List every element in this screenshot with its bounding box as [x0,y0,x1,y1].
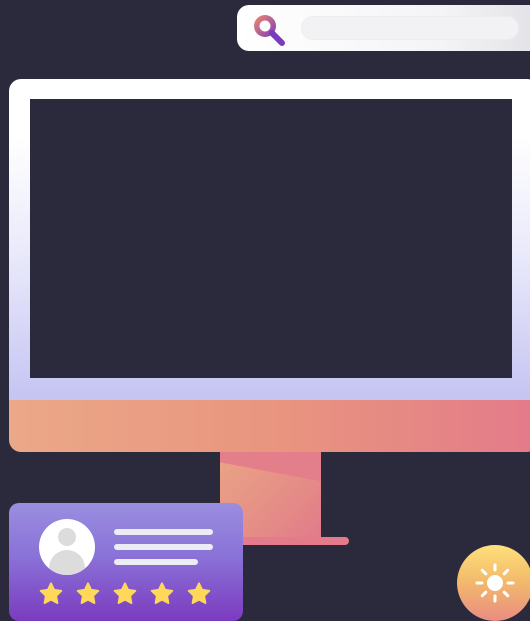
monitor-screen [30,99,512,378]
monitor [9,79,530,452]
monitor-chin [9,400,530,452]
brightness-button[interactable] [457,545,530,621]
star-icon [150,582,174,604]
avatar-head [58,528,76,546]
star-icon [187,582,211,604]
star-icon [76,582,100,604]
search-bar [237,5,530,51]
star-icon [39,582,63,604]
avatar-body [49,550,85,575]
review-card [9,503,243,621]
sun-icon [475,563,515,603]
search-icon[interactable] [251,12,285,46]
avatar-icon [39,519,95,575]
monitor-bezel [9,79,530,400]
star-icon [113,582,137,604]
search-input[interactable] [301,16,519,40]
review-text-line [114,559,198,565]
review-text-line [114,544,213,550]
review-text-line [114,529,213,535]
monitor-base [230,537,349,545]
